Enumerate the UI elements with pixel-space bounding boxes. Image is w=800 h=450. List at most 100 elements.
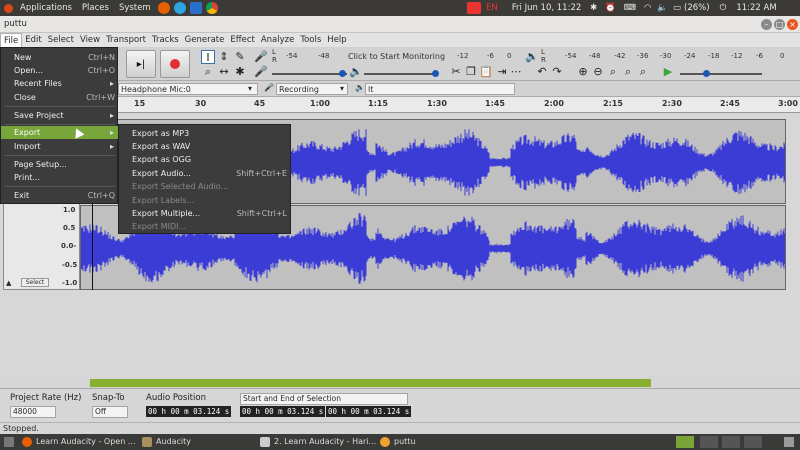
menu-transport[interactable]: Transport bbox=[103, 33, 149, 47]
paste-icon[interactable]: 📋 bbox=[479, 65, 493, 79]
menu-select[interactable]: Select bbox=[45, 33, 77, 47]
alarm-icon[interactable]: ⏰ bbox=[605, 3, 616, 13]
play-at-speed-knob[interactable] bbox=[703, 70, 710, 77]
keyboard-language[interactable]: EN bbox=[486, 3, 498, 13]
playback-volume-knob[interactable] bbox=[432, 70, 439, 77]
trim-icon[interactable]: ⇥ bbox=[495, 65, 509, 79]
playback-volume-slider[interactable] bbox=[364, 73, 436, 75]
workspace-switcher-icon[interactable] bbox=[676, 436, 694, 448]
zoom-tool-icon[interactable]: ⌕ bbox=[201, 65, 215, 79]
zoom-in-icon[interactable]: ⊕ bbox=[576, 65, 590, 79]
fit-selection-icon[interactable]: ⌕ bbox=[606, 65, 620, 79]
selection-tool-icon[interactable]: I bbox=[201, 50, 215, 64]
playback-meter-speaker-icon[interactable]: 🔈 bbox=[525, 50, 539, 64]
export-as-mp3[interactable]: Export as MP3 bbox=[119, 127, 292, 140]
close-icon[interactable]: × bbox=[787, 19, 798, 30]
show-desktop-icon[interactable] bbox=[4, 437, 14, 447]
draw-tool-icon[interactable]: ✎ bbox=[233, 50, 247, 64]
menu-item-exit[interactable]: Exit Ctrl+Q bbox=[1, 189, 119, 202]
menu-item-close[interactable]: Close Ctrl+W bbox=[1, 91, 119, 104]
silence-icon[interactable]: ⋯ bbox=[509, 65, 523, 79]
minimize-icon[interactable]: – bbox=[761, 19, 772, 30]
places-menu[interactable]: Places bbox=[77, 3, 114, 13]
envelope-tool-icon[interactable]: ⇕ bbox=[217, 50, 231, 64]
input-device-select[interactable]: Headphone Mic:0 bbox=[118, 83, 258, 95]
menu-item-open[interactable]: Open... Ctrl+O bbox=[1, 64, 119, 77]
task-firefox[interactable]: Learn Audacity - Open ... bbox=[22, 436, 135, 448]
anydesk-icon[interactable] bbox=[467, 2, 481, 14]
snap-to-select[interactable]: Off bbox=[92, 406, 128, 418]
system-menu[interactable]: System bbox=[114, 3, 156, 13]
project-rate-select[interactable]: 48000 bbox=[10, 406, 56, 418]
record-button[interactable] bbox=[160, 50, 190, 78]
selection-start-value[interactable]: 00 h 00 m 03.124 s bbox=[240, 406, 326, 417]
scrollbar-track[interactable] bbox=[651, 379, 786, 387]
menu-analyze[interactable]: Analyze bbox=[258, 33, 298, 47]
copy-icon[interactable]: ❐ bbox=[464, 65, 478, 79]
task-document[interactable]: 2. Learn Audacity - Hari... bbox=[260, 436, 376, 448]
power-icon[interactable]: ⏻ bbox=[720, 3, 727, 13]
select-button[interactable]: Select bbox=[21, 278, 49, 287]
record-meter-mic-icon[interactable]: 🎤 bbox=[254, 50, 268, 64]
workspace-switcher-icon[interactable] bbox=[700, 436, 718, 448]
recording-volume-slider[interactable] bbox=[272, 73, 347, 75]
menu-tools[interactable]: Tools bbox=[297, 33, 324, 47]
keyboard-icon[interactable]: ⌨ bbox=[624, 3, 636, 13]
menu-item-new[interactable]: New Ctrl+N bbox=[1, 51, 119, 64]
timeline-ruler[interactable]: 15 30 45 1:00 1:15 1:30 1:45 2:00 2:15 2… bbox=[0, 97, 800, 113]
volume-icon[interactable]: 🔈 bbox=[657, 3, 668, 13]
play-at-speed-icon[interactable]: ▶ bbox=[661, 65, 675, 79]
window-title-bar[interactable]: puttu bbox=[0, 16, 800, 33]
redo-icon[interactable]: ↷ bbox=[550, 65, 564, 79]
datetime-text[interactable]: Fri Jun 10, 11:22 bbox=[512, 3, 582, 13]
menu-file[interactable]: File bbox=[0, 33, 23, 47]
menu-generate[interactable]: Generate bbox=[182, 33, 228, 47]
menu-edit[interactable]: Edit bbox=[22, 33, 44, 47]
menu-item-save-project[interactable]: Save Project ▸ bbox=[1, 109, 119, 122]
bluetooth-icon[interactable]: ✱ bbox=[590, 3, 597, 13]
output-device-select[interactable]: lt bbox=[365, 83, 515, 95]
zoom-toggle-icon[interactable]: ⌕ bbox=[636, 65, 650, 79]
horizontal-scrollbar[interactable] bbox=[90, 379, 786, 387]
selection-end-value[interactable]: 00 h 00 m 03.124 s bbox=[326, 406, 412, 417]
menu-view[interactable]: View bbox=[77, 33, 103, 47]
timeshift-tool-icon[interactable]: ↔ bbox=[217, 65, 231, 79]
task-audacity[interactable]: puttu bbox=[380, 436, 416, 448]
export-as-wav[interactable]: Export as WAV bbox=[119, 140, 292, 153]
menu-item-import[interactable]: Import ▸ bbox=[1, 140, 119, 153]
menu-effect[interactable]: Effect bbox=[227, 33, 257, 47]
fit-project-icon[interactable]: ⌕ bbox=[621, 65, 635, 79]
recording-volume-knob[interactable] bbox=[339, 70, 346, 77]
zoom-out-icon[interactable]: ⊖ bbox=[591, 65, 605, 79]
menu-item-page-setup[interactable]: Page Setup... bbox=[1, 158, 119, 171]
skip-end-button[interactable]: ▸| bbox=[126, 50, 156, 78]
battery-icon[interactable]: ▭ bbox=[673, 3, 681, 13]
clock-text[interactable]: 11:22 AM bbox=[736, 3, 776, 13]
menu-item-print[interactable]: Print... bbox=[1, 171, 119, 184]
applications-menu[interactable]: Applications bbox=[15, 3, 77, 13]
menu-tracks[interactable]: Tracks bbox=[149, 33, 182, 47]
ubuntu-logo-icon[interactable] bbox=[4, 3, 13, 13]
firefox-icon[interactable] bbox=[157, 2, 170, 14]
telegram-icon[interactable] bbox=[173, 2, 186, 14]
play-at-speed-slider[interactable] bbox=[680, 73, 762, 75]
multi-tool-icon[interactable]: ✱ bbox=[233, 65, 247, 79]
export-audio[interactable]: Export Audio... Shift+Ctrl+E bbox=[119, 167, 292, 180]
email-icon[interactable] bbox=[189, 2, 202, 14]
workspace-switcher-icon[interactable] bbox=[722, 436, 740, 448]
menu-help[interactable]: Help bbox=[324, 33, 349, 47]
undo-icon[interactable]: ↶ bbox=[535, 65, 549, 79]
selection-mode-select[interactable]: Start and End of Selection bbox=[240, 393, 408, 405]
menu-item-export[interactable]: Export ▸ bbox=[1, 126, 119, 139]
monitor-hint[interactable]: Click to Start Monitoring bbox=[348, 52, 445, 61]
recording-channels-select[interactable]: Recording Channel bbox=[276, 83, 348, 105]
collapse-arrow-icon[interactable]: ▲ bbox=[6, 279, 11, 287]
chrome-icon[interactable] bbox=[205, 2, 218, 14]
wifi-icon[interactable]: ◠ bbox=[644, 3, 651, 13]
audio-position-value[interactable]: 00 h 00 m 03.124 s bbox=[146, 406, 232, 417]
cut-icon[interactable]: ✂ bbox=[449, 65, 463, 79]
export-multiple[interactable]: Export Multiple... Shift+Ctrl+L bbox=[119, 207, 292, 220]
trash-icon[interactable] bbox=[784, 437, 794, 447]
workspace-switcher-icon[interactable] bbox=[744, 436, 762, 448]
maximize-icon[interactable]: □ bbox=[774, 19, 785, 30]
